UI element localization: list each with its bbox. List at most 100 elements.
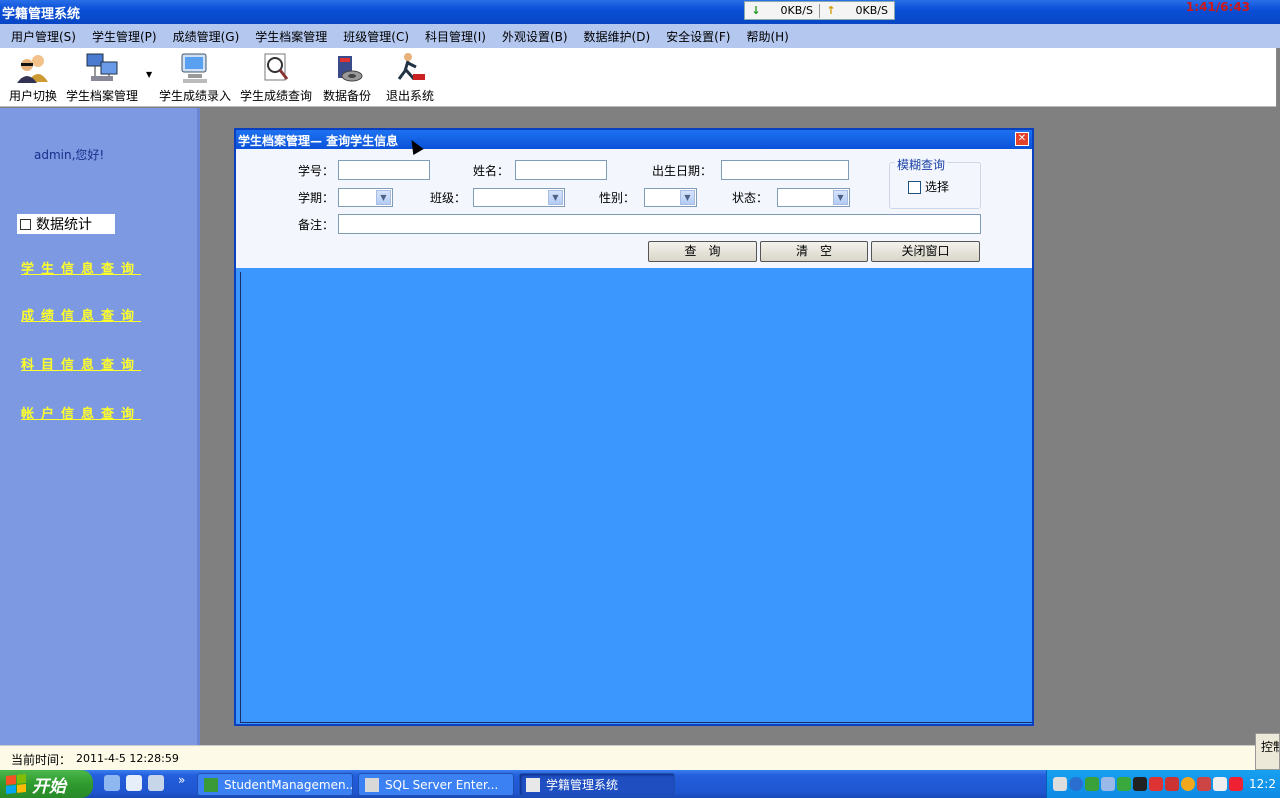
volume-icon[interactable] bbox=[1101, 777, 1115, 791]
sidebar-link-grade-info[interactable]: 成绩信息查询 bbox=[21, 305, 141, 324]
sql-server-icon bbox=[365, 777, 379, 792]
vs-app-icon bbox=[204, 777, 218, 792]
task-student-management[interactable]: StudentManagemen... bbox=[197, 773, 353, 796]
toolbar-label: 数据备份 bbox=[323, 89, 372, 103]
menu-data-maintenance[interactable]: 数据维护(D) bbox=[576, 28, 659, 45]
menu-bar: 用户管理(S) 学生管理(P) 成绩管理(G) 学生档案管理 班级管理(C) 科… bbox=[0, 24, 1280, 48]
dialog-close-icon[interactable]: ✕ bbox=[1015, 132, 1029, 146]
current-time-value: 2011-4-5 12:28:59 bbox=[76, 752, 179, 765]
name-label: 姓名： bbox=[473, 164, 510, 178]
sidebar-link-subject-info[interactable]: 科目信息查询 bbox=[21, 354, 141, 373]
menu-subject[interactable]: 科目管理(I) bbox=[417, 28, 494, 45]
query-student-dialog: 学生档案管理— 查询学生信息 ✕ 学号： 姓名： 出生日期： 学期： ▼ 班级：… bbox=[234, 128, 1034, 726]
task-student-registry[interactable]: 学籍管理系统 bbox=[519, 773, 675, 796]
keyboard-icon[interactable] bbox=[1053, 777, 1067, 791]
toolbar-exit-button[interactable]: 退出系统 bbox=[386, 52, 434, 106]
query-button[interactable]: 查 询 bbox=[648, 241, 757, 262]
alert-icon[interactable] bbox=[1229, 777, 1243, 791]
greeting-text: admin,您好! bbox=[34, 148, 105, 162]
download-speed: 0KB/S bbox=[780, 4, 813, 17]
task-sql-server[interactable]: SQL Server Enter... bbox=[358, 773, 514, 796]
database-backup-icon bbox=[330, 52, 364, 84]
birth-date-input[interactable] bbox=[721, 160, 849, 180]
top-red-counter: 1:41/6:43 bbox=[1185, 0, 1250, 14]
monitor-icon[interactable] bbox=[1213, 777, 1227, 791]
menu-class[interactable]: 班级管理(C) bbox=[335, 28, 417, 45]
sidebar-link-account-info[interactable]: 帐户信息查询 bbox=[21, 403, 141, 422]
clear-button[interactable]: 清 空 bbox=[760, 241, 868, 262]
status-label: 状态： bbox=[732, 191, 769, 205]
download-arrow-icon: ↓ bbox=[751, 4, 761, 17]
query-form: 学号： 姓名： 出生日期： 学期： ▼ 班级： ▼ 性别： ▼ 状态： ▼ 备注… bbox=[236, 149, 1032, 268]
toolbar-label: 用户切换 bbox=[9, 89, 58, 103]
menu-appearance[interactable]: 外观设置(B) bbox=[494, 28, 576, 45]
file-icon[interactable] bbox=[148, 775, 164, 791]
quick-launch-more-icon[interactable]: » bbox=[178, 773, 185, 787]
gender-select[interactable]: ▼ bbox=[644, 188, 697, 207]
menu-security[interactable]: 安全设置(F) bbox=[658, 28, 738, 45]
system-tray: 12:2 bbox=[1046, 770, 1280, 798]
toolbar-label: 学生档案管理 bbox=[66, 89, 139, 103]
menu-help[interactable]: 帮助(H) bbox=[738, 28, 796, 45]
start-label: 开始 bbox=[32, 776, 66, 797]
shield-icon[interactable] bbox=[1197, 777, 1211, 791]
toolbar-grade-entry-button[interactable]: 学生成绩录入 bbox=[159, 52, 231, 106]
show-desktop-icon[interactable] bbox=[104, 775, 120, 791]
term-select[interactable]: ▼ bbox=[338, 188, 393, 207]
task-label: 学籍管理系统 bbox=[546, 778, 619, 792]
chevron-down-icon: ▼ bbox=[833, 190, 848, 205]
network-icon[interactable] bbox=[1085, 777, 1099, 791]
toolbar-backup-button[interactable]: 数据备份 bbox=[323, 52, 371, 106]
meter-divider bbox=[819, 3, 820, 18]
toolbar-archive-button[interactable]: 学生档案管理 bbox=[66, 52, 138, 106]
gender-label: 性别： bbox=[599, 191, 636, 205]
network-speed-meter: ↓ 0KB/S ↑ 0KB/S bbox=[744, 1, 895, 20]
student-no-input[interactable] bbox=[338, 160, 430, 180]
toolbar-dropdown-arrow-icon[interactable]: ▼ bbox=[146, 70, 152, 79]
remark-input[interactable] bbox=[338, 214, 981, 234]
quick-launch bbox=[104, 775, 164, 791]
chevron-down-icon: ▼ bbox=[376, 190, 391, 205]
messenger-icon[interactable] bbox=[1181, 777, 1195, 791]
qq-red-icon[interactable] bbox=[1149, 777, 1163, 791]
start-button[interactable]: 开始 bbox=[0, 770, 93, 798]
results-grid[interactable] bbox=[240, 272, 1032, 723]
task-label: SQL Server Enter... bbox=[385, 777, 499, 792]
toolbar-edge bbox=[1276, 48, 1277, 107]
name-input[interactable] bbox=[515, 160, 607, 180]
term-label: 学期： bbox=[298, 191, 335, 205]
control-panel-fragment[interactable]: 控制 bbox=[1255, 733, 1280, 770]
app-title: 学籍管理系统 bbox=[2, 7, 81, 22]
sidebar-link-student-info[interactable]: 学生信息查询 bbox=[21, 258, 141, 277]
class-label: 班级： bbox=[430, 191, 467, 205]
network-computers-icon bbox=[85, 52, 119, 84]
stats-label: 数据统计 bbox=[36, 217, 92, 233]
menu-grades[interactable]: 成绩管理(G) bbox=[165, 28, 248, 45]
status-select[interactable]: ▼ bbox=[777, 188, 850, 207]
tray-clock: 12:2 bbox=[1249, 777, 1276, 791]
fuzzy-query-checkbox[interactable] bbox=[908, 181, 921, 194]
menu-user[interactable]: 用户管理(S) bbox=[3, 28, 84, 45]
upload-arrow-icon: ↑ bbox=[826, 4, 836, 17]
toolbar-user-switch-button[interactable]: 用户切换 bbox=[9, 52, 57, 106]
taskbar: 开始 » StudentManagemen... SQL Server Ente… bbox=[0, 770, 1280, 798]
class-select[interactable]: ▼ bbox=[473, 188, 565, 207]
chevron-down-icon: ▼ bbox=[548, 190, 563, 205]
windows-logo-icon bbox=[6, 773, 26, 795]
exit-runner-icon bbox=[393, 52, 427, 84]
browser-icon[interactable] bbox=[126, 775, 142, 791]
qq-alt-icon[interactable] bbox=[1165, 777, 1179, 791]
toolbar-grade-query-button[interactable]: 学生成绩查询 bbox=[240, 52, 312, 106]
control-panel-label: 控制 bbox=[1261, 740, 1279, 754]
stats-toggle[interactable]: 数据统计 bbox=[17, 214, 115, 234]
magnifier-query-icon bbox=[259, 52, 293, 84]
qq-icon[interactable] bbox=[1133, 777, 1147, 791]
menu-archives[interactable]: 学生档案管理 bbox=[247, 28, 335, 45]
fuzzy-query-checkbox-label: 选择 bbox=[925, 180, 950, 194]
tray-collapse-icon[interactable] bbox=[1069, 777, 1083, 791]
close-window-button[interactable]: 关闭窗口 bbox=[871, 241, 980, 262]
menu-student[interactable]: 学生管理(P) bbox=[84, 28, 165, 45]
computer-entry-icon bbox=[178, 52, 212, 84]
users-switch-icon bbox=[16, 52, 50, 84]
security-icon[interactable] bbox=[1117, 777, 1131, 791]
